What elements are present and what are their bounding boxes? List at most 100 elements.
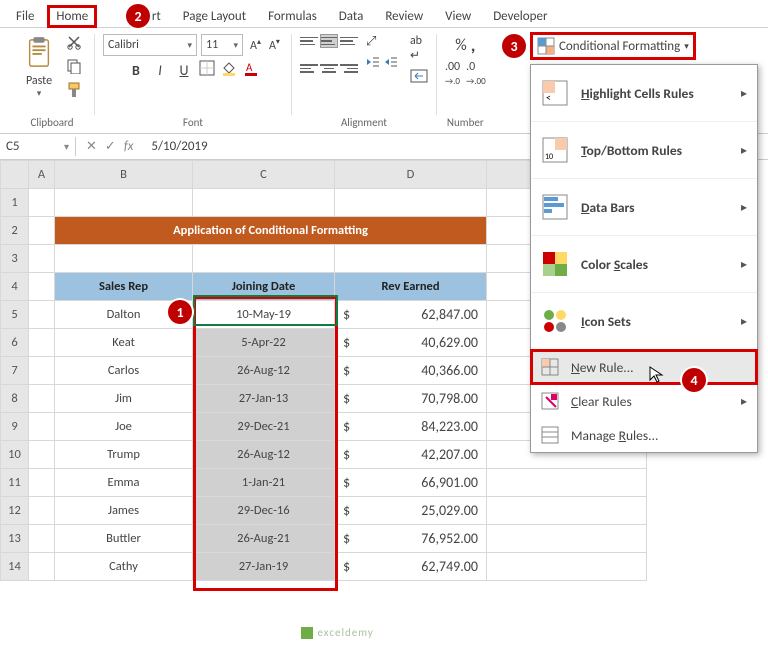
cell-sales-rep[interactable]: Carlos xyxy=(55,357,193,385)
format-painter-icon[interactable] xyxy=(66,82,86,102)
menu-icon-sets[interactable]: Icon Sets ▸ xyxy=(531,293,757,350)
cell-sales-rep[interactable]: James xyxy=(55,497,193,525)
underline-button[interactable]: U xyxy=(175,62,193,79)
cell-joining-date[interactable]: 27-Jan-13 xyxy=(193,385,335,413)
cell-rev-earned[interactable]: $25,029.00 xyxy=(335,497,487,525)
italic-button[interactable]: I xyxy=(151,62,169,79)
row-header[interactable]: 10 xyxy=(1,441,29,469)
cell-joining-date[interactable]: 10-May-19 xyxy=(193,301,335,329)
row-header[interactable]: 12 xyxy=(1,497,29,525)
cell-sales-rep[interactable]: Keat xyxy=(55,329,193,357)
cell-sales-rep[interactable]: Trump xyxy=(55,441,193,469)
cell-joining-date[interactable]: 26-Aug-21 xyxy=(193,525,335,553)
tab-review[interactable]: Review xyxy=(377,6,431,27)
row-header[interactable]: 14 xyxy=(1,553,29,581)
cell-sales-rep[interactable]: Buttler xyxy=(55,525,193,553)
header-sales-rep: Sales Rep xyxy=(55,273,193,301)
tab-formulas[interactable]: Formulas xyxy=(260,6,325,27)
row-header[interactable]: 2 xyxy=(1,217,29,245)
cell-sales-rep[interactable]: Cathy xyxy=(55,553,193,581)
row-header[interactable]: 8 xyxy=(1,385,29,413)
formula-value[interactable]: 5/10/2019 xyxy=(143,137,215,156)
cell-sales-rep[interactable]: Emma xyxy=(55,469,193,497)
cell-rev-earned[interactable]: $76,952.00 xyxy=(335,525,487,553)
cell-sales-rep[interactable]: Jim xyxy=(55,385,193,413)
row-header[interactable]: 9 xyxy=(1,413,29,441)
tab-home[interactable]: Home xyxy=(48,6,96,27)
enter-formula-icon[interactable]: ✓ xyxy=(105,139,116,154)
font-name-select[interactable]: Calibri▾ xyxy=(103,34,197,56)
menu-data-bars[interactable]: Data Bars ▸ xyxy=(531,179,757,236)
row-header[interactable]: 5 xyxy=(1,301,29,329)
row-header[interactable]: 3 xyxy=(1,245,29,273)
cell-rev-earned[interactable]: $66,901.00 xyxy=(335,469,487,497)
borders-icon[interactable] xyxy=(199,60,215,80)
increase-font-icon[interactable]: A▴ xyxy=(247,36,264,54)
align-right-icon[interactable] xyxy=(340,62,358,76)
row-header[interactable]: 11 xyxy=(1,469,29,497)
tab-developer[interactable]: Developer xyxy=(485,6,555,27)
cell-rev-earned[interactable]: $70,798.00 xyxy=(335,385,487,413)
decrease-indent-icon[interactable] xyxy=(366,55,380,73)
menu-highlight-cells[interactable]: < Highlight Cells Rules ▸ xyxy=(531,65,757,122)
cell-joining-date[interactable]: 26-Aug-12 xyxy=(193,357,335,385)
tab-page-layout[interactable]: Page Layout xyxy=(175,6,254,27)
fill-color-icon[interactable] xyxy=(221,60,237,80)
fx-icon[interactable]: fx xyxy=(124,139,134,154)
select-all-corner[interactable] xyxy=(1,161,29,189)
col-header-C[interactable]: C xyxy=(193,161,335,189)
row-header[interactable]: 1 xyxy=(1,189,29,217)
align-middle-icon[interactable] xyxy=(320,34,338,48)
increase-decimal-icon[interactable]: .00→.0 xyxy=(445,60,460,88)
cell-joining-date[interactable]: 29-Dec-21 xyxy=(193,413,335,441)
percent-icon[interactable]: % xyxy=(455,36,466,55)
cell-rev-earned[interactable]: $62,847.00 xyxy=(335,301,487,329)
font-size-select[interactable]: 11▾ xyxy=(201,34,243,56)
align-center-icon[interactable] xyxy=(320,62,338,76)
cell-joining-date[interactable]: 27-Jan-19 xyxy=(193,553,335,581)
menu-clear-rules[interactable]: Clear Rules ▸ xyxy=(531,384,757,418)
copy-icon[interactable] xyxy=(66,58,86,78)
col-header-D[interactable]: D xyxy=(335,161,487,189)
menu-manage-rules[interactable]: Manage Rules... xyxy=(531,418,757,452)
cell-rev-earned[interactable]: $84,223.00 xyxy=(335,413,487,441)
conditional-formatting-button[interactable]: Conditional Formatting ▾ xyxy=(530,32,696,60)
bold-button[interactable]: B xyxy=(127,62,145,79)
row-header[interactable]: 6 xyxy=(1,329,29,357)
cell-joining-date[interactable]: 26-Aug-12 xyxy=(193,441,335,469)
col-header-A[interactable]: A xyxy=(29,161,55,189)
orientation-icon[interactable]: ⤢ xyxy=(366,34,398,49)
menu-color-scales[interactable]: Color Scales ▸ xyxy=(531,236,757,293)
font-color-icon[interactable]: A xyxy=(243,60,259,80)
cell-joining-date[interactable]: 29-Dec-16 xyxy=(193,497,335,525)
cell-rev-earned[interactable]: $62,749.00 xyxy=(335,553,487,581)
cell-joining-date[interactable]: 1-Jan-21 xyxy=(193,469,335,497)
increase-indent-icon[interactable] xyxy=(384,55,398,73)
align-left-icon[interactable] xyxy=(300,62,318,76)
row-header[interactable]: 13 xyxy=(1,525,29,553)
col-header-B[interactable]: B xyxy=(55,161,193,189)
tab-data[interactable]: Data xyxy=(331,6,372,27)
wrap-text-icon[interactable]: ab↵ xyxy=(410,34,428,63)
decrease-decimal-icon[interactable]: .0→.00 xyxy=(466,60,486,88)
name-box[interactable]: C5▾ xyxy=(0,137,76,156)
cancel-formula-icon[interactable]: ✕ xyxy=(86,139,97,154)
align-bottom-icon[interactable] xyxy=(340,34,358,48)
cell-rev-earned[interactable]: $40,366.00 xyxy=(335,357,487,385)
paste-button[interactable]: Paste ▾ xyxy=(18,34,60,102)
decrease-font-icon[interactable]: A▾ xyxy=(266,36,283,54)
cell-joining-date[interactable]: 5-Apr-22 xyxy=(193,329,335,357)
align-top-icon[interactable] xyxy=(300,34,318,48)
cell-rev-earned[interactable]: $40,629.00 xyxy=(335,329,487,357)
menu-top-bottom[interactable]: 10 Top/Bottom Rules ▸ xyxy=(531,122,757,179)
cell-rev-earned[interactable]: $42,207.00 xyxy=(335,441,487,469)
merge-icon[interactable] xyxy=(410,69,428,87)
cell-sales-rep[interactable]: Joe xyxy=(55,413,193,441)
comma-icon[interactable]: , xyxy=(471,34,476,56)
cut-icon[interactable] xyxy=(66,34,86,54)
row-header[interactable]: 4 xyxy=(1,273,29,301)
tab-view[interactable]: View xyxy=(437,6,479,27)
menu-new-rule[interactable]: New Rule... xyxy=(531,350,757,384)
row-header[interactable]: 7 xyxy=(1,357,29,385)
tab-file[interactable]: File xyxy=(8,6,42,27)
